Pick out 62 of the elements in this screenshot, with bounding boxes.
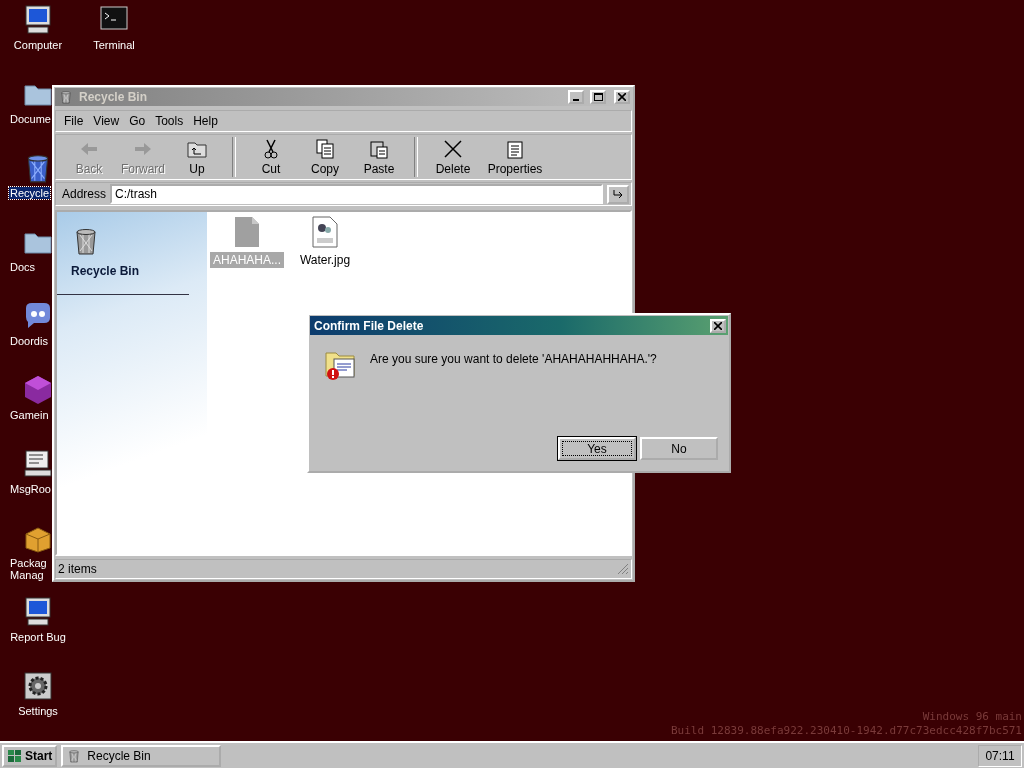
folder-warning-icon [324, 349, 358, 381]
go-button[interactable] [607, 184, 629, 204]
close-icon [714, 321, 722, 330]
computer-icon [22, 4, 54, 36]
desktop-icon-label[interactable]: Docume [9, 113, 52, 125]
menu-item[interactable]: Go [125, 114, 152, 128]
menu-item[interactable]: File [60, 114, 90, 128]
message-computer-icon [22, 448, 54, 480]
menu-item[interactable]: Help [189, 114, 224, 128]
toolbar-button[interactable]: Copy [298, 135, 352, 179]
computer-icon [22, 596, 54, 628]
build-info-text: Windows 96 main [922, 710, 1022, 724]
address-field[interactable]: C:/trash [110, 184, 603, 204]
sidebar-title: Recycle Bin [57, 264, 189, 295]
start-logo-icon [7, 748, 23, 763]
close-icon [618, 93, 626, 101]
status-text: 2 items [58, 562, 97, 576]
trash-icon [67, 748, 82, 763]
desktop-icon-label[interactable]: Gamein [9, 409, 50, 421]
toolbar-button[interactable]: Paste [352, 135, 406, 179]
toolbar-button[interactable]: Up [170, 135, 224, 179]
toolbar-button[interactable]: Properties [480, 135, 550, 179]
resize-grip-icon[interactable] [617, 563, 629, 575]
close-button[interactable] [614, 90, 630, 104]
trash-icon [59, 90, 73, 104]
desktop-icon-label[interactable]: Doordis [9, 335, 49, 347]
desktop-icon-label[interactable]: Settings [17, 705, 59, 717]
address-label: Address [62, 187, 107, 201]
gear-icon [22, 670, 54, 702]
delete-x-icon [442, 138, 464, 159]
properties-icon [504, 138, 526, 159]
maximize-button[interactable] [590, 90, 606, 104]
taskbar-button[interactable]: Recycle Bin [61, 744, 222, 767]
desktop-icon-label[interactable]: Recycle [9, 187, 51, 199]
desktop-icon-label[interactable]: MsgRoo [9, 483, 52, 495]
menu-item[interactable]: View [89, 114, 126, 128]
dialog-title: Confirm File Delete [314, 318, 425, 333]
file-name[interactable]: Water.jpg [296, 252, 354, 268]
cube-icon [22, 374, 54, 406]
window-title: Recycle Bin [79, 90, 149, 104]
dialog-message: Are you sure you want to delete 'AHAHAHAHHAHA.'? [370, 352, 657, 366]
menu-item[interactable]: Tools [151, 114, 190, 128]
enter-arrow-icon [612, 189, 624, 199]
close-button[interactable] [710, 318, 726, 333]
toolbar-button[interactable]: Cut [244, 135, 298, 179]
image-file-icon [312, 216, 338, 248]
clock: 07:11 [978, 744, 1022, 767]
build-info-text: Build 12839.88efa922.230410-1942.d77c73edcc428f7bc571 [671, 724, 1022, 738]
maximize-icon [593, 93, 603, 101]
dialog-button[interactable]: No [640, 437, 718, 460]
desktop-icon-label[interactable]: Report Bug [9, 631, 67, 643]
desktop-icon-label[interactable]: Terminal [92, 39, 136, 51]
desktop-icon-label[interactable]: Docs [9, 261, 37, 273]
paste-icon [368, 138, 390, 159]
dialog-button[interactable]: Yes [558, 437, 636, 460]
file-icon [234, 216, 260, 248]
toolbar-button[interactable]: Delete [426, 135, 480, 179]
minimize-button[interactable] [568, 90, 584, 104]
desktop-icon-label[interactable]: Computer [12, 39, 64, 51]
start-button[interactable]: Start [2, 744, 58, 767]
copy-icon [314, 138, 336, 159]
desktop-icon-label[interactable]: Packag Manag [9, 557, 53, 581]
